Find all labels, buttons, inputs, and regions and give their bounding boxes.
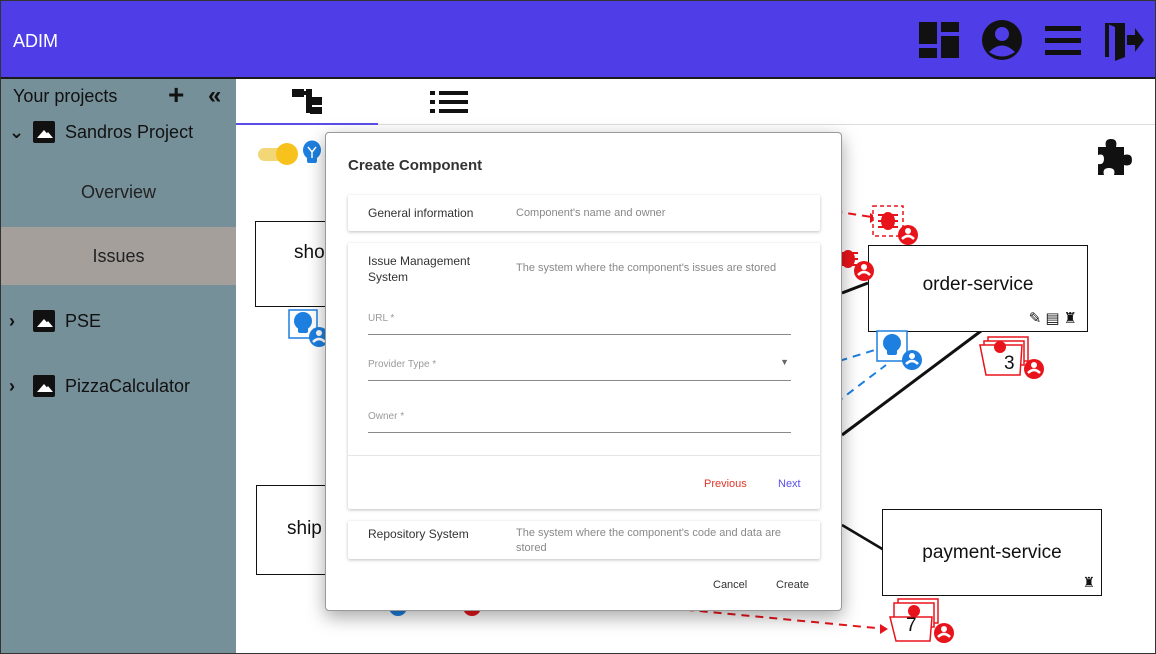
issue-count: 7 [906,615,917,636]
project-name: PSE [65,310,102,331]
edit-icon[interactable]: ✎ [1029,310,1046,327]
list-icon [430,91,468,113]
chevron-down-icon: ⌄ [9,121,25,142]
next-button[interactable]: Next [778,478,801,490]
step-repository-system[interactable]: Repository System The system where the c… [348,521,820,559]
node-actions: ✎▤♜ [1029,309,1081,327]
comment-icon[interactable]: ▤ [1045,310,1063,327]
puzzle-icon[interactable] [1092,137,1132,177]
step-description: The system where the component's code an… [516,527,782,554]
owner-field[interactable]: Owner * [368,407,791,433]
provider-type-placeholder: Provider Type * [368,359,437,370]
collapse-sidebar-button[interactable]: « [208,82,221,110]
reader-icon[interactable]: ♜ [1082,574,1095,591]
step-description: The system where the component's issues … [516,262,777,274]
account-icon[interactable] [981,19,1023,61]
image-icon [33,310,55,332]
sidebar-item-label: Issues [92,245,145,266]
previous-button[interactable]: Previous [704,478,747,490]
idea-filter-toggle[interactable] [258,143,298,165]
create-button[interactable]: Create [776,579,809,591]
provider-type-select[interactable]: Provider Type * ▼ [368,355,791,381]
project-item-pse[interactable]: › PSE [9,306,101,336]
bug-icon[interactable] [836,245,878,283]
logout-icon[interactable] [1103,19,1145,61]
add-project-button[interactable]: + [168,81,184,109]
component-node-payment-service[interactable]: payment-service ♜ [882,509,1102,596]
projects-sidebar: Your projects + « ⌄ Sandros Project Over… [1,79,236,653]
idea-badge-icon[interactable] [288,309,330,349]
sidebar-item-label: Overview [80,181,156,202]
create-component-dialog: Create Component General information Com… [325,132,842,611]
owner-placeholder: Owner * [368,411,405,422]
step-title: Repository System [368,527,469,541]
tab-graph-view[interactable] [236,79,378,125]
component-node-order-service[interactable]: order-service ✎▤♜ [868,245,1088,332]
menu-icon[interactable] [1043,22,1083,58]
header-actions [917,19,1145,61]
step-title: General information [368,206,474,220]
node-label: sho [294,242,325,263]
bug-stack-icon[interactable] [886,597,958,647]
step-issue-management-system: Issue Management System The system where… [348,243,820,509]
lightbulb-icon [303,140,321,163]
image-icon [33,121,55,143]
app-bar: ADIM [1,1,1155,79]
sidebar-item-overview[interactable]: Overview [1,163,236,221]
node-label: order-service [922,273,1034,295]
component-node-partial[interactable]: ship [256,485,336,575]
app-title: ADIM [13,31,58,51]
dashboard-icon[interactable] [917,20,961,60]
step-title: Issue Management System [368,254,471,284]
project-item-sandros[interactable]: ⌄ Sandros Project [9,117,193,147]
idea-badge-icon[interactable] [876,330,926,372]
projects-header: Your projects + « [13,81,228,110]
project-name: Sandros Project [65,121,194,142]
app-window: ADIM Your projects + « ⌄ Sandros Project… [0,0,1156,654]
url-field[interactable]: URL * [368,309,791,335]
image-icon [33,375,55,397]
step-description: Component's name and owner [516,207,666,219]
issue-count: 3 [1004,353,1015,374]
tree-icon [292,89,322,114]
step-divider [348,455,820,456]
cancel-button[interactable]: Cancel [713,579,747,591]
view-tabs [236,79,1155,125]
sidebar-item-issues[interactable]: Issues [1,227,236,285]
projects-heading: Your projects [13,86,118,106]
bug-badge-icon[interactable] [872,205,922,247]
toggle-knob [276,143,298,165]
chevron-right-icon: › [9,375,15,396]
node-label: payment-service [922,541,1062,563]
project-item-pizzacalculator[interactable]: › PizzaCalculator [9,371,190,401]
node-label: ship [287,518,322,539]
reader-icon[interactable]: ♜ [1064,310,1081,327]
dropdown-arrow-icon: ▼ [780,357,789,367]
dialog-title: Create Component [348,157,483,174]
project-name: PizzaCalculator [65,375,191,396]
component-node-partial[interactable]: sho [255,221,335,307]
url-placeholder: URL * [368,313,395,324]
step-general-information[interactable]: General information Component's name and… [348,195,820,231]
tab-list-view[interactable] [378,79,520,125]
chevron-right-icon: › [9,310,15,331]
